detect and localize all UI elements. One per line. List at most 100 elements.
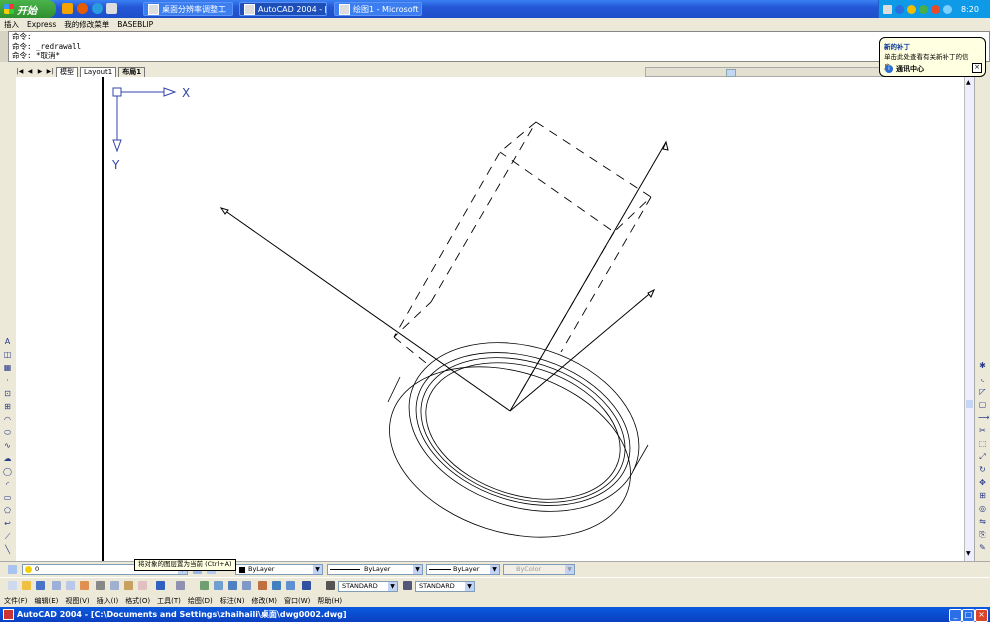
chevron-down-icon[interactable]: ▼ (313, 565, 322, 574)
new-icon[interactable] (8, 581, 17, 590)
menu-help[interactable]: 帮助(H) (317, 596, 342, 606)
quicklaunch-app-icon[interactable] (62, 3, 73, 14)
insert-block-icon[interactable]: ⊞ (3, 402, 12, 411)
menu-modify[interactable]: 修改(M) (251, 596, 277, 606)
match-properties-icon[interactable] (138, 581, 147, 590)
ellipse-icon[interactable]: ⬭ (3, 428, 12, 437)
color-combo[interactable]: ByLayer ▼ (235, 564, 323, 575)
menu-insert-main[interactable]: 插入(I) (97, 596, 119, 606)
layer-manager-icon[interactable] (8, 565, 17, 574)
scroll-down-icon[interactable]: ▼ (966, 550, 971, 557)
zoom-window-icon[interactable] (228, 581, 237, 590)
info-icon[interactable] (895, 4, 904, 14)
menu-format[interactable]: 格式(O) (125, 596, 150, 606)
text-style-combo[interactable]: STANDARD ▼ (338, 581, 398, 592)
next-tab-icon[interactable]: ▶ (36, 68, 44, 76)
minimize-icon[interactable]: _ (949, 609, 962, 622)
last-tab-icon[interactable]: ▶| (46, 68, 54, 76)
scroll-up-icon[interactable]: ▲ (966, 79, 971, 86)
autocad-app-icon[interactable] (3, 609, 14, 620)
offset-icon[interactable]: ◎ (978, 504, 987, 513)
menu-custom[interactable]: 我的修改菜单 (64, 19, 109, 30)
revision-cloud-icon[interactable]: ☁ (3, 454, 12, 463)
redo-icon[interactable] (176, 581, 185, 590)
point-icon[interactable]: · (3, 376, 12, 385)
task-button-2[interactable]: AutoCAD 2004 - [: (239, 2, 327, 16)
drawing-area[interactable]: X Y (16, 77, 974, 561)
tool-palettes-icon[interactable] (286, 581, 295, 590)
quicklaunch-ie-icon[interactable] (92, 3, 103, 14)
menu-draw[interactable]: 绘图(D) (188, 596, 213, 606)
quicklaunch-desktop-icon[interactable] (106, 3, 117, 14)
menu-edit[interactable]: 编辑(E) (35, 596, 59, 606)
dim-style-icon[interactable] (403, 581, 412, 590)
rectangle-icon[interactable]: ▭ (3, 493, 12, 502)
maximize-icon[interactable]: □ (962, 609, 975, 622)
tab-layout1-cn[interactable]: 布局1 (118, 67, 146, 77)
construction-line-icon[interactable]: ⟋ (3, 532, 12, 541)
vertical-scroll-thumb[interactable] (966, 400, 973, 408)
horizontal-scroll-thumb[interactable] (726, 69, 736, 77)
preview-icon[interactable] (66, 581, 75, 590)
zoom-realtime-icon[interactable] (214, 581, 223, 590)
save-icon[interactable] (36, 581, 45, 590)
first-tab-icon[interactable]: |◀ (16, 68, 24, 76)
design-center-icon[interactable] (272, 581, 281, 590)
menu-dimension[interactable]: 标注(N) (220, 596, 245, 606)
menu-file[interactable]: 文件(F) (4, 596, 28, 606)
menu-insert[interactable]: 插入 (4, 19, 19, 30)
shield-icon[interactable] (907, 4, 916, 14)
erase-icon[interactable]: ✎ (978, 543, 987, 552)
menu-tools[interactable]: 工具(T) (157, 596, 181, 606)
polygon-icon[interactable]: ⬠ (3, 506, 12, 515)
copy-icon[interactable] (110, 581, 119, 590)
zoom-previous-icon[interactable] (242, 581, 251, 590)
print-icon[interactable] (52, 581, 61, 590)
dim-style-combo[interactable]: STANDARD ▼ (415, 581, 475, 592)
menu-express[interactable]: Express (27, 20, 56, 29)
task-button-1[interactable]: 桌面分辨率调整工 (143, 2, 233, 16)
menu-view[interactable]: 视图(V) (65, 596, 89, 606)
region-icon[interactable]: ◫ (3, 350, 12, 359)
task-button-3[interactable]: 绘图1 - Microsoft (334, 2, 422, 16)
text-style-icon[interactable] (326, 581, 335, 590)
chevron-down-icon[interactable]: ▼ (388, 582, 397, 591)
properties-icon[interactable] (258, 581, 267, 590)
network-icon[interactable] (883, 4, 892, 14)
scale-icon[interactable]: ⤢ (978, 452, 987, 461)
arc-icon[interactable]: ◜ (3, 480, 12, 489)
ellipse-arc-icon[interactable]: ◠ (3, 415, 12, 424)
notification-balloon[interactable]: 新的补丁 单击此处查看有关新补丁的信息。 i 通讯中心 × (879, 37, 986, 77)
tab-layout1[interactable]: Layout1 (80, 67, 117, 77)
paste-icon[interactable] (124, 581, 133, 590)
explode-icon[interactable]: ✱ (978, 361, 987, 370)
security-icon[interactable] (919, 4, 928, 14)
line-icon[interactable]: ╲ (3, 545, 12, 554)
fillet-icon[interactable]: ◟ (978, 374, 987, 383)
circle-icon[interactable]: ◯ (3, 467, 12, 476)
array-icon[interactable]: ⊞ (978, 491, 987, 500)
cut-icon[interactable] (96, 581, 105, 590)
trim-icon[interactable]: ✂ (978, 426, 987, 435)
copy-icon[interactable]: ⎘ (978, 530, 987, 539)
publish-icon[interactable] (80, 581, 89, 590)
close-icon[interactable]: × (972, 63, 982, 73)
chevron-down-icon[interactable]: ▼ (413, 565, 422, 574)
open-icon[interactable] (22, 581, 31, 590)
pan-icon[interactable] (200, 581, 209, 590)
prev-tab-icon[interactable]: ◀ (26, 68, 34, 76)
stretch-icon[interactable]: ⬚ (978, 439, 987, 448)
window-title-bar[interactable]: AutoCAD 2004 - [C:\Documents and Setting… (0, 607, 990, 622)
undo-icon[interactable] (156, 581, 165, 590)
linetype-combo[interactable]: ByLayer ▼ (327, 564, 423, 575)
chamfer-icon[interactable]: ◸ (978, 387, 987, 396)
polyline-icon[interactable]: ↩ (3, 519, 12, 528)
tab-model[interactable]: 模型 (56, 67, 78, 77)
multiline-text-icon[interactable]: A (3, 337, 12, 346)
rotate-icon[interactable]: ↻ (978, 465, 987, 474)
start-button[interactable]: 开始 (0, 0, 56, 18)
menu-baseblip[interactable]: BASEBLIP (117, 20, 153, 29)
antivirus-icon[interactable] (931, 4, 940, 14)
spline-icon[interactable]: ∿ (3, 441, 12, 450)
chevron-down-icon[interactable]: ▼ (465, 582, 474, 591)
